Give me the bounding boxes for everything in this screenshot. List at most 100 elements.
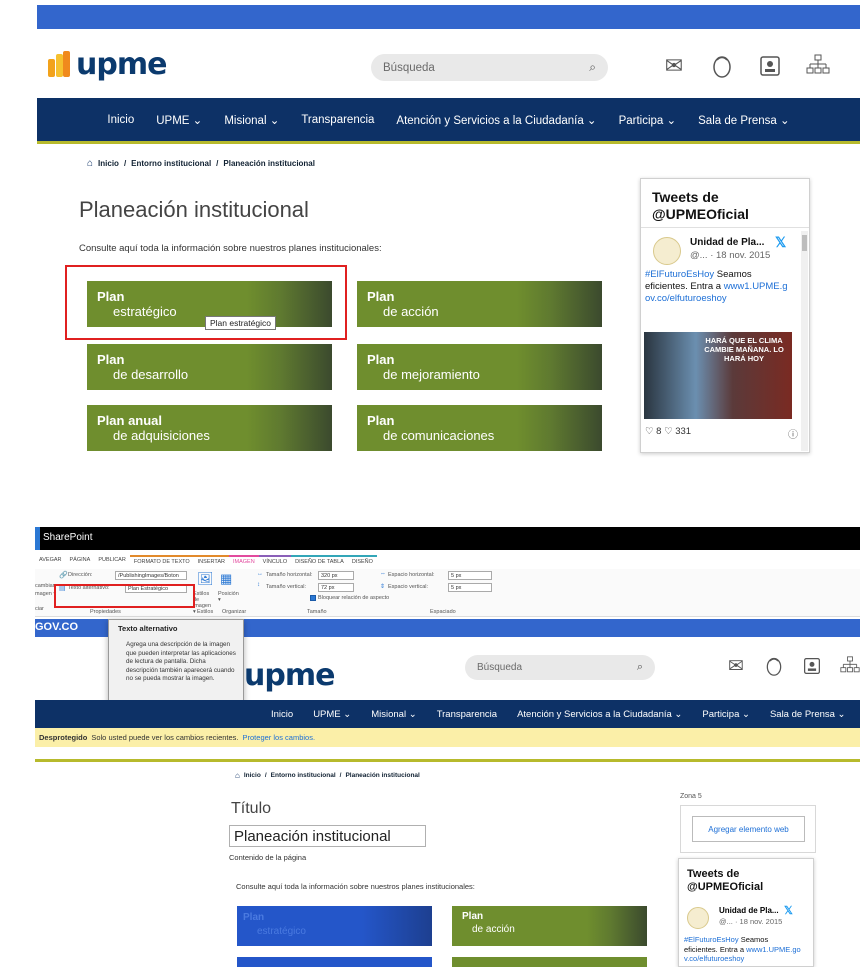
tab-vinculo[interactable]: VÍNCULO bbox=[258, 555, 292, 569]
search-input[interactable]: Búsqueda ⌕ bbox=[371, 54, 608, 81]
plan-desarrollo-card-partial[interactable] bbox=[237, 957, 432, 967]
x-logo-icon[interactable]: 𝕏 bbox=[784, 904, 793, 917]
tweet-handle[interactable]: @... · 18 nov. 2015 bbox=[719, 917, 782, 926]
contact-card-icon[interactable] bbox=[756, 52, 784, 80]
nav-misional[interactable]: Misional ⌄ bbox=[371, 709, 416, 720]
sharepoint-title[interactable]: SharePoint bbox=[43, 532, 92, 543]
breadcrumb: ⌂ Inicio / Entorno institucional / Plane… bbox=[87, 158, 315, 169]
tweet-image[interactable]: HARÁ QUE EL CLIMA CAMBIE MAÑANA. LO HARÁ… bbox=[644, 332, 792, 419]
h-space-input[interactable]: 5 px bbox=[448, 571, 492, 580]
tweet-author[interactable]: Unidad de Pla... bbox=[690, 237, 764, 248]
app-launcher-icon[interactable] bbox=[35, 527, 40, 550]
breadcrumb-inicio[interactable]: Inicio bbox=[98, 159, 119, 168]
v-size-input[interactable]: 72 px bbox=[318, 583, 354, 592]
tab-diseno-tabla[interactable]: DISEÑO DE TABLA bbox=[291, 555, 348, 569]
v-space-input[interactable]: 5 px bbox=[448, 583, 492, 592]
tab-pagina[interactable]: PÁGINA bbox=[66, 555, 95, 569]
unprotected-banner: Desprotegido Solo usted puede ver los ca… bbox=[35, 728, 860, 747]
search-input[interactable]: Búsqueda ⌕ bbox=[465, 655, 655, 680]
tab-diseno[interactable]: DISEÑO bbox=[347, 555, 377, 569]
position-icon[interactable]: ▦ bbox=[220, 571, 232, 587]
nav-misional[interactable]: Misional ⌄ bbox=[224, 113, 279, 127]
plan-desarrollo-card[interactable]: Plan de desarrollo bbox=[87, 344, 332, 390]
nav-upme[interactable]: UPME ⌄ bbox=[313, 709, 351, 720]
breadcrumb-inicio[interactable]: Inicio bbox=[244, 772, 261, 779]
plan-accion-card[interactable]: Plan de acción bbox=[357, 281, 602, 327]
nav-sala-prensa[interactable]: Sala de Prensa ⌄ bbox=[770, 709, 846, 720]
tweet-hashtag[interactable]: #ElFuturoEsHoy bbox=[684, 935, 739, 944]
v-space-label: Espacio vertical: bbox=[388, 584, 429, 590]
sitemap-icon[interactable] bbox=[804, 52, 832, 80]
plan-mejoramiento-card-partial[interactable] bbox=[452, 957, 647, 967]
nav-atencion[interactable]: Atención y Servicios a la Ciudadanía ⌄ bbox=[396, 113, 596, 127]
contact-card-icon[interactable] bbox=[800, 654, 824, 678]
title-input[interactable]: Planeación institucional bbox=[229, 825, 426, 847]
home-icon[interactable]: ⌂ bbox=[87, 158, 93, 169]
plan-comunicaciones-card[interactable]: Plan de comunicaciones bbox=[357, 405, 602, 451]
add-web-part-button[interactable]: Agregar elemento web bbox=[692, 816, 805, 842]
card-photo bbox=[587, 906, 647, 946]
upme-logo-text: upme bbox=[76, 47, 167, 82]
avatar[interactable] bbox=[687, 907, 709, 929]
search-icon[interactable]: ⌕ bbox=[637, 661, 643, 674]
tweet-stats[interactable]: ♡ 8 ♡ 331 bbox=[645, 426, 691, 437]
group-propiedades: Propiedades bbox=[90, 609, 121, 615]
zone-label: Zona 5 bbox=[680, 793, 702, 800]
x-logo-icon[interactable]: 𝕏 bbox=[775, 234, 786, 251]
upme-logo[interactable]: upme bbox=[48, 47, 167, 82]
home-icon[interactable]: ⌂ bbox=[235, 771, 240, 780]
header-icons: ✉ bbox=[660, 52, 832, 80]
h-size-input[interactable]: 320 px bbox=[318, 571, 354, 580]
tab-imagen[interactable]: IMAGEN bbox=[228, 555, 259, 569]
breadcrumb-entorno[interactable]: Entorno institucional bbox=[131, 159, 211, 168]
tab-formato-texto[interactable]: FORMATO DE TEXTO bbox=[129, 555, 194, 569]
nav-transparencia[interactable]: Transparencia bbox=[301, 114, 374, 126]
avatar[interactable] bbox=[653, 237, 681, 265]
breadcrumb-entorno[interactable]: Entorno institucional bbox=[271, 772, 336, 779]
tab-publicar[interactable]: PUBLICAR bbox=[94, 555, 130, 569]
image-styles-icon[interactable]: 🖼 bbox=[197, 571, 214, 587]
card-subtitle: de mejoramiento bbox=[383, 367, 480, 382]
search-icon[interactable]: ⌕ bbox=[589, 60, 596, 75]
nav-inicio[interactable]: Inicio bbox=[107, 114, 134, 126]
nav-upme[interactable]: UPME ⌄ bbox=[156, 113, 202, 127]
tab-insertar[interactable]: INSERTAR bbox=[193, 555, 229, 569]
accent-line bbox=[35, 759, 860, 762]
tweet-handle[interactable]: @... · 18 nov. 2015 bbox=[690, 250, 770, 261]
plan-accion-card[interactable]: Plan de acción bbox=[452, 906, 647, 946]
tab-navegar[interactable]: AVEGAR bbox=[35, 555, 66, 569]
nav-atencion[interactable]: Atención y Servicios a la Ciudadanía ⌄ bbox=[517, 709, 682, 720]
plan-estrategico-card-selected[interactable]: Plan estratégico bbox=[237, 906, 432, 946]
nav-transparencia[interactable]: Transparencia bbox=[437, 709, 497, 720]
scrollbar[interactable] bbox=[801, 231, 808, 451]
mail-icon[interactable]: ✉ bbox=[660, 52, 688, 80]
user-icon[interactable] bbox=[708, 52, 736, 80]
tweet-author[interactable]: Unidad de Pla... bbox=[719, 906, 779, 915]
protect-changes-link[interactable]: Proteger los cambios. bbox=[243, 733, 316, 742]
unprotected-text: Solo usted puede ver los cambios recient… bbox=[91, 733, 239, 742]
plan-adquisiciones-card[interactable]: Plan anual de adquisiciones bbox=[87, 405, 332, 451]
width-icon: ↔ bbox=[257, 571, 263, 577]
posicion-button[interactable]: Posición ▾ bbox=[218, 591, 240, 603]
nav-participa[interactable]: Participa ⌄ bbox=[619, 113, 677, 127]
nav-sala-prensa[interactable]: Sala de Prensa ⌄ bbox=[698, 113, 789, 127]
card-title: Plan bbox=[367, 289, 395, 304]
upme-logo[interactable]: upme bbox=[244, 658, 335, 693]
height-icon: ↕ bbox=[257, 582, 260, 588]
mail-icon[interactable]: ✉ bbox=[724, 654, 748, 678]
gov-co-label[interactable]: GOV.CO bbox=[35, 621, 78, 633]
card-title: Plan bbox=[243, 912, 265, 923]
group-estilos: Estilos bbox=[197, 609, 214, 615]
nav-participa[interactable]: Participa ⌄ bbox=[702, 709, 750, 720]
nav-inicio[interactable]: Inicio bbox=[271, 709, 293, 720]
tweet-hashtag[interactable]: #ElFuturoEsHoy bbox=[645, 269, 714, 280]
lock-aspect-checkbox[interactable] bbox=[310, 595, 316, 601]
user-icon[interactable] bbox=[762, 654, 786, 678]
direccion-input[interactable]: /PublishingImages/Boton bbox=[115, 571, 187, 580]
card-subtitle: de adquisiciones bbox=[113, 428, 210, 443]
info-icon[interactable]: ⓘ bbox=[788, 426, 798, 441]
sharepoint-suite-bar: SharePoint bbox=[35, 527, 860, 550]
sitemap-icon[interactable] bbox=[838, 654, 862, 678]
lock-aspect-label: Bloquear relación de aspecto bbox=[318, 595, 390, 601]
plan-mejoramiento-card[interactable]: Plan de mejoramiento bbox=[357, 344, 602, 390]
